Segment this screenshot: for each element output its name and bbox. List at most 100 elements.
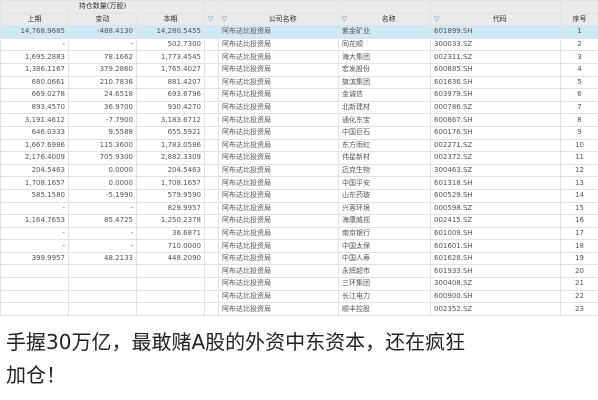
headline-caption: 手握30万亿，最敢赌A股的外资中东资本，还在疯狂 加仓！ (6, 326, 594, 392)
table-row[interactable]: 1,164.7653 85.4725 1,250.2378 阿布达比投资局 海康威视 00… (0, 214, 598, 228)
table-row[interactable]: 893.4570 36.9700 930.4270 阿布达比投资局 北新建材 000786… (0, 100, 598, 115)
cell-change: 48.2133 (68, 251, 137, 266)
cell-index: 23 (560, 302, 598, 316)
cell-previous (0, 264, 69, 279)
column-header-current[interactable]: 本期 (136, 12, 205, 27)
cell-current: 1,250.2378 (136, 214, 205, 228)
column-header-name[interactable]: ▽ 名称 (338, 12, 431, 27)
cell-spacer (204, 151, 219, 165)
cell-change: - (68, 226, 137, 241)
table-row[interactable]: 阿布达比投资局 三环集团 300408.SZ 21 (0, 277, 598, 291)
table-row[interactable]: 2,176.4009 705.9300 2,882.3309 阿布达比投资局 伟星新材 0… (0, 151, 598, 165)
cell-spacer (204, 113, 219, 127)
group-header-holdings: 持仓数量(万股) (0, 0, 205, 14)
cell-previous: 893.4570 (0, 100, 69, 115)
table-row[interactable]: 1,667.6986 115.3600 1,783.0586 阿布达比投资局 东方雨虹 0… (0, 138, 598, 153)
cell-spacer (204, 75, 219, 90)
column-header-company[interactable]: ▽ 公司名称 (218, 12, 339, 27)
column-header-index[interactable]: 序号 (560, 12, 598, 27)
cell-name: 长江电力 (338, 289, 431, 304)
table-row[interactable]: 14,768.9685 -488.4130 14,280.5455 阿布达比投资局 紫金… (0, 25, 598, 39)
table-row[interactable]: - -502.7300 阿布达比投资局 同花顺 300033.SZ 2 (0, 37, 598, 52)
cell-code: 600885.SH (430, 62, 561, 77)
cell-company: 阿布达比投资局 (218, 226, 339, 241)
cell-previous (0, 302, 69, 316)
table-row[interactable]: 680.0661 210.7836 881.4207 阿布达比投资局 旗滨集团 60163… (0, 75, 598, 90)
table-row[interactable]: 646.0333 9.5588 655.5921 阿布达比投资局 中国巨石 600176.… (0, 125, 598, 140)
column-filter-cell[interactable]: ▽ (204, 12, 219, 27)
table-row[interactable]: - -36.6871 阿布达比投资局 南京银行 601009.SH 17 (0, 226, 598, 241)
cell-current: 36.6871 (136, 226, 205, 241)
cell-code: 300463.SZ (430, 163, 561, 178)
cell-code: 601009.SH (430, 226, 561, 241)
cell-company: 阿布达比投资局 (218, 239, 339, 253)
cell-previous: 1,386.1167 (0, 62, 69, 77)
cell-index: 5 (560, 75, 598, 90)
cell-spacer (204, 239, 219, 253)
header-blank (338, 0, 431, 14)
table-row[interactable]: - -710.0000 阿布达比投资局 中国太保 601601.SH 18 (0, 239, 598, 253)
cell-code: 600867.SH (430, 113, 561, 127)
cell-spacer (204, 201, 219, 216)
cell-code: 601628.SH (430, 251, 561, 266)
cell-company: 阿布达比投资局 (218, 302, 339, 316)
column-header-change[interactable]: 变动 (68, 12, 137, 27)
cell-company: 阿布达比投资局 (218, 264, 339, 279)
cell-change: - (68, 239, 137, 253)
cell-change: -5.1990 (68, 188, 137, 203)
cell-current: 2,882.3309 (136, 151, 205, 165)
cell-code: 601899.SH (430, 25, 561, 39)
table-row[interactable]: 669.0278 24.6518 693.6796 阿布达比投资局 金诚信 603979.… (0, 88, 598, 102)
cell-previous: 646.0333 (0, 125, 69, 140)
cell-code: 603979.SH (430, 88, 561, 102)
headline-line-1: 手握30万亿，最敢赌A股的外资中东资本，还在疯狂 (6, 330, 466, 354)
column-header-code[interactable]: ▽ 代码 (430, 12, 561, 27)
table-row[interactable]: - -829.9957 阿布达比投资局 兴蓉环境 000598.SZ 15 (0, 201, 598, 216)
cell-name: 东方雨虹 (338, 138, 431, 153)
cell-code: 601933.SH (430, 264, 561, 279)
cell-previous: 585.1580 (0, 188, 69, 203)
cell-change: 9.5588 (68, 125, 137, 140)
table-row[interactable]: 阿布达比投资局 顺丰控股 002352.SZ 23 (0, 302, 598, 316)
table-row[interactable]: 399.9957 48.2133 448.2090 阿布达比投资局 中国人寿 601628… (0, 251, 598, 266)
cell-previous: 1,667.6986 (0, 138, 69, 153)
cell-spacer (204, 176, 219, 190)
table-row[interactable]: 阿布达比投资局 长江电力 600900.SH 22 (0, 289, 598, 304)
cell-spacer (204, 50, 219, 64)
cell-index: 21 (560, 277, 598, 291)
cell-change: -488.4130 (68, 25, 137, 39)
cell-current: 655.5921 (136, 125, 205, 140)
cell-name: 山东药玻 (338, 188, 431, 203)
table-row[interactable]: 阿布达比投资局 永辉超市 601933.SH 20 (0, 264, 598, 279)
cell-previous: - (0, 239, 69, 253)
cell-code: 002271.SZ (430, 138, 561, 153)
cell-previous: 204.5463 (0, 163, 69, 178)
cell-code: 601318.SH (430, 176, 561, 190)
cell-previous: - (0, 201, 69, 216)
cell-name: 迈克生物 (338, 163, 431, 178)
cell-current: 502.7300 (136, 37, 205, 52)
cell-company: 阿布达比投资局 (218, 100, 339, 115)
filter-icon[interactable]: ▽ (342, 14, 347, 25)
cell-index: 22 (560, 289, 598, 304)
header-blank (560, 0, 598, 14)
cell-company: 阿布达比投资局 (218, 62, 339, 77)
table-row[interactable]: 204.5463 0.0000 204.5463 阿布达比投资局 迈克生物 300463.… (0, 163, 598, 178)
cell-name: 同花顺 (338, 37, 431, 52)
filter-icon[interactable]: ▽ (434, 14, 439, 25)
table-row[interactable]: 3,191.4612 -7.7900 3,183.6712 阿布达比投资局 通化东宝 60… (0, 113, 598, 127)
cell-change: 78.1662 (68, 50, 137, 64)
cell-index: 16 (560, 214, 598, 228)
table-row[interactable]: 1,695.2883 78.1662 1,773.4545 阿布达比投资局 海大集团 00… (0, 50, 598, 64)
header-spacer (204, 0, 219, 14)
cell-previous: 680.0661 (0, 75, 69, 90)
filter-icon[interactable]: ▽ (222, 14, 227, 25)
table-row[interactable]: 585.1580 -5.1990 579.9590 阿布达比投资局 山东药玻 600529… (0, 188, 598, 203)
table-row[interactable]: 1,708.1657 0.0000 1,708.1657 阿布达比投资局 中国平安 601… (0, 176, 598, 190)
column-header-previous[interactable]: 上期 (0, 12, 69, 27)
cell-code: 300408.SZ (430, 277, 561, 291)
filter-icon[interactable]: ▽ (208, 14, 213, 25)
cell-spacer (204, 264, 219, 279)
cell-name: 三环集团 (338, 277, 431, 291)
table-row[interactable]: 1,386.1167 379.2860 1,765.4027 阿布达比投资局 宏发股份 6… (0, 62, 598, 77)
